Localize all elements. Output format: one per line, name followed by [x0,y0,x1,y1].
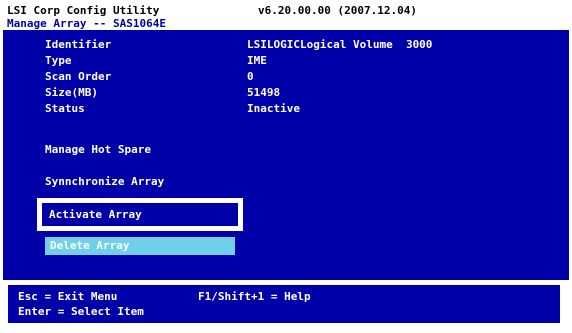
size-value: 51498 [247,86,281,99]
footer-panel: Esc = Exit Menu F1/Shift+1 = Help Enter … [8,285,560,323]
esc-hint: Esc = Exit Menu [18,290,118,303]
synchronize-array-item[interactable]: Synnchronize Array [45,173,164,191]
status-label: Status [45,102,85,115]
enter-hint: Enter = Select Item [18,305,144,318]
app-version: v6.20.00.00 (2007.12.04) [258,4,417,17]
app-title: LSI Corp Config Utility [7,4,160,17]
status-value: Inactive [247,102,300,115]
title-bar: LSI Corp Config Utility v6.20.00.00 (200… [3,3,569,30]
identifier-label: Identifier [45,38,112,51]
footer-frame: Esc = Exit Menu F1/Shift+1 = Help Enter … [3,280,569,330]
identifier-value: LSILOGICLogical Volume 3000 [247,38,433,51]
type-value: IME [247,54,267,67]
bios-screen: LSI Corp Config Utility v6.20.00.00 (200… [3,3,569,330]
activate-array-item[interactable]: Activate Array [37,198,243,231]
manage-hot-spare-item[interactable]: Manage Hot Spare [45,141,151,159]
delete-array-item[interactable]: Delete Array [45,237,235,255]
help-hint: F1/Shift+1 = Help [198,290,311,303]
type-label: Type [45,54,72,67]
screen-title: Manage Array -- SAS1064E [7,17,166,30]
scan-order-value: 0 [247,70,254,83]
size-label: Size(MB) [45,86,98,99]
activate-array-label: Activate Array [49,208,142,221]
scan-order-label: Scan Order [45,70,112,83]
